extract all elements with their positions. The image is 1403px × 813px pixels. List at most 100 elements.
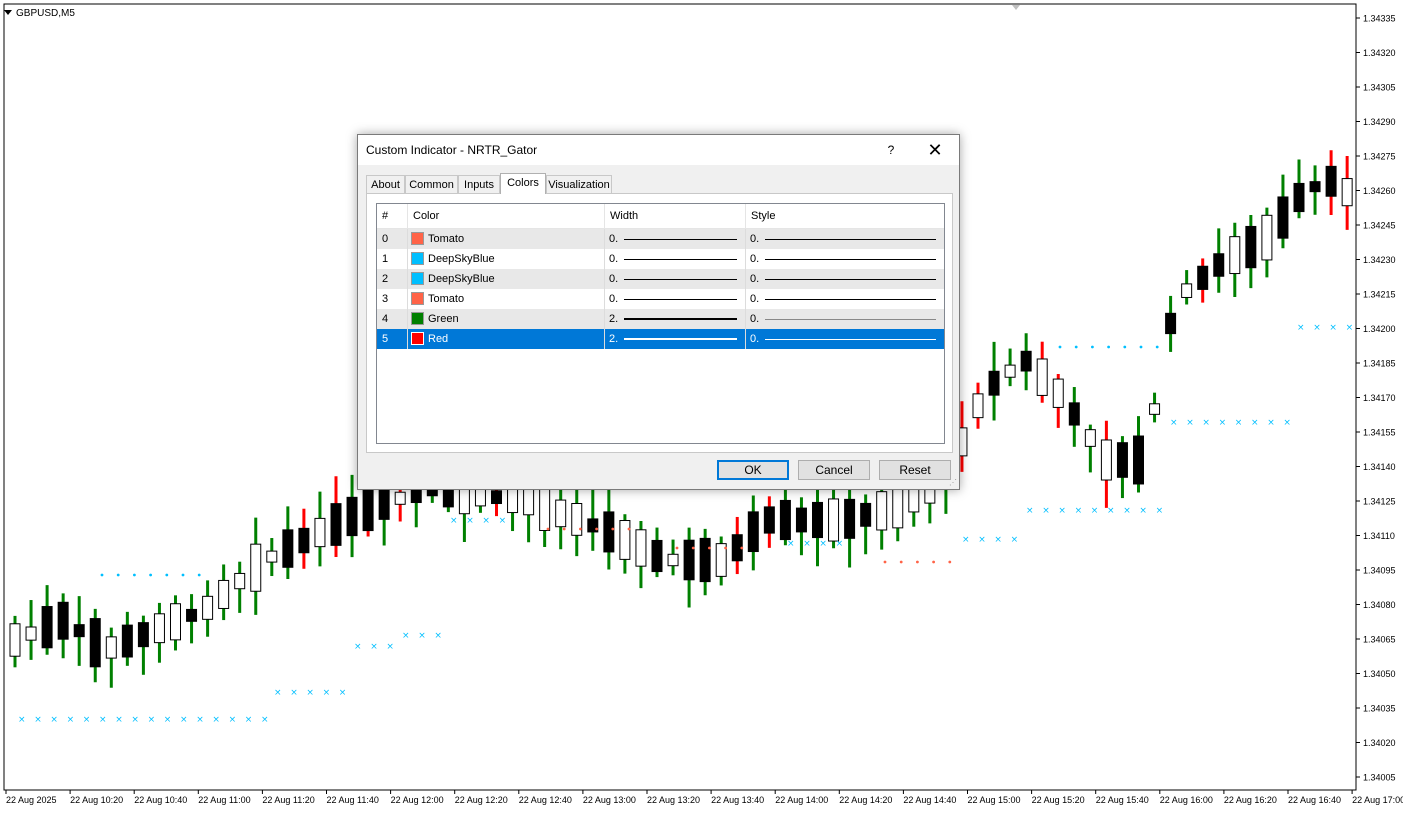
tab-about[interactable]: About [366, 175, 405, 193]
row-index: 3 [377, 289, 408, 309]
time-label: 22 Aug 11:20 [262, 795, 314, 805]
width-value: 0. [609, 253, 619, 265]
width-value: 2. [609, 313, 619, 325]
chart-symbol-label[interactable]: GBPUSD,M5 [4, 8, 75, 19]
style-line-icon [765, 239, 936, 240]
candle-body [1197, 265, 1209, 290]
width-cell[interactable]: 0. [605, 289, 746, 309]
nrtr-dot-marker [916, 560, 919, 564]
candle-body [186, 608, 198, 622]
price-label: 1.34065 [1363, 635, 1396, 645]
nrtr-stop-marker: × [164, 715, 172, 725]
candle-body [362, 486, 374, 532]
dropdown-triangle-icon[interactable] [4, 10, 12, 15]
candle-body [121, 624, 133, 658]
color-cell[interactable]: Green [408, 309, 605, 329]
style-line-icon [765, 279, 936, 280]
help-button[interactable]: ? [873, 139, 909, 161]
nrtr-stop-marker: × [1346, 323, 1354, 333]
color-cell[interactable]: DeepSkyBlue [408, 269, 605, 289]
time-label: 22 Aug 12:00 [391, 795, 444, 805]
candle-body [1165, 312, 1177, 335]
reset-button[interactable]: Reset [879, 460, 951, 480]
tab-inputs[interactable]: Inputs [458, 175, 500, 193]
table-row[interactable]: 3 Tomato 0. 0. [377, 289, 944, 309]
nrtr-stop-marker: × [354, 642, 362, 652]
color-swatch [411, 232, 424, 245]
width-cell[interactable]: 2. [605, 329, 746, 349]
table-header: # Color Width Style [377, 204, 944, 229]
color-name: Tomato [428, 233, 465, 245]
time-label: 22 Aug 13:00 [583, 795, 636, 805]
candle-body [747, 511, 759, 553]
style-cell[interactable]: 0. [746, 249, 944, 269]
style-cell[interactable]: 0. [746, 289, 944, 309]
color-name: DeepSkyBlue [428, 253, 495, 265]
candle-body [1277, 196, 1289, 239]
nrtr-dot-marker [116, 573, 120, 577]
color-name: Tomato [428, 293, 465, 305]
price-label: 1.34290 [1363, 117, 1396, 127]
width-cell[interactable]: 0. [605, 249, 746, 269]
color-name: Green [428, 313, 459, 325]
column-header-index[interactable]: # [377, 204, 408, 228]
column-header-color[interactable]: Color [408, 204, 605, 228]
style-line-icon [765, 339, 936, 340]
color-swatch [411, 252, 424, 265]
style-value: 0. [750, 253, 760, 265]
resize-grip-icon[interactable]: ⋰ [949, 479, 957, 487]
tab-visualization[interactable]: Visualization [546, 175, 612, 193]
column-header-style[interactable]: Style [746, 204, 944, 228]
width-cell[interactable]: 0. [605, 229, 746, 249]
nrtr-stop-marker: × [131, 715, 139, 725]
color-cell[interactable]: Tomato [408, 229, 605, 249]
nrtr-stop-marker: × [1283, 418, 1291, 428]
table-row[interactable]: 4 Green 2. 0. [377, 309, 944, 329]
color-name: Red [428, 333, 449, 345]
price-label: 1.34035 [1363, 704, 1396, 714]
close-icon[interactable]: ✕ [917, 139, 953, 161]
style-cell[interactable]: 0. [746, 229, 944, 249]
table-row[interactable]: 0 Tomato 0. 0. [377, 229, 944, 249]
candle-body [876, 491, 888, 531]
cancel-button[interactable]: Cancel [798, 460, 870, 480]
color-cell[interactable]: Tomato [408, 289, 605, 309]
nrtr-dot-marker [1155, 345, 1159, 349]
nrtr-stop-marker: × [339, 688, 347, 698]
column-header-width[interactable]: Width [605, 204, 746, 228]
nrtr-stop-marker: × [1026, 506, 1034, 516]
color-cell[interactable]: Red [408, 329, 605, 349]
style-value: 0. [750, 333, 760, 345]
nrtr-stop-marker: × [18, 715, 26, 725]
time-label: 22 Aug 15:00 [968, 795, 1021, 805]
price-label: 1.34140 [1363, 462, 1396, 472]
width-line-icon [624, 279, 737, 280]
nrtr-stop-marker: × [229, 715, 237, 725]
nrtr-dot-marker [1074, 345, 1078, 349]
style-cell[interactable]: 0. [746, 329, 944, 349]
table-row[interactable]: 2 DeepSkyBlue 0. 0. [377, 269, 944, 289]
color-cell[interactable]: DeepSkyBlue [408, 249, 605, 269]
nrtr-stop-marker: × [787, 539, 795, 549]
width-cell[interactable]: 2. [605, 309, 746, 329]
candle-body [1036, 358, 1048, 396]
tab-common[interactable]: Common [405, 175, 458, 193]
candle-body [1341, 178, 1353, 207]
style-cell[interactable]: 0. [746, 309, 944, 329]
dialog-titlebar[interactable]: Custom Indicator - NRTR_Gator ? ✕ [358, 135, 959, 165]
time-label: 22 Aug 10:40 [134, 795, 187, 805]
candle-body [603, 511, 615, 553]
width-line-icon [624, 338, 737, 340]
candle-body [153, 613, 165, 644]
price-label: 1.34185 [1363, 359, 1396, 369]
style-cell[interactable]: 0. [746, 269, 944, 289]
width-cell[interactable]: 0. [605, 269, 746, 289]
nrtr-stop-marker: × [386, 642, 394, 652]
ok-button[interactable]: OK [717, 460, 789, 480]
table-row[interactable]: 1 DeepSkyBlue 0. 0. [377, 249, 944, 269]
table-row-selected[interactable]: 5 Red 2. 0. [377, 329, 944, 349]
tab-colors[interactable]: Colors [500, 173, 546, 194]
time-label: 22 Aug 14:20 [839, 795, 892, 805]
candle-body [844, 498, 856, 539]
price-label: 1.34155 [1363, 428, 1396, 438]
